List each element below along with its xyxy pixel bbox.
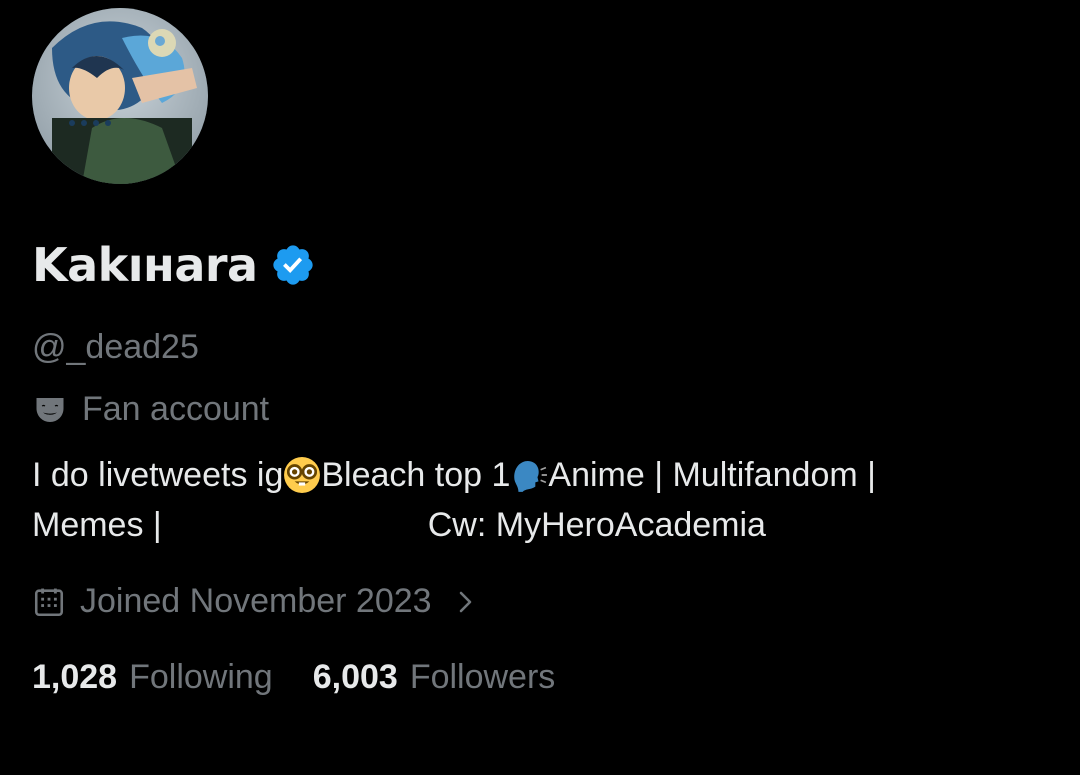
joined-date-label: Joined November 2023	[80, 582, 432, 620]
theater-masks-icon	[32, 392, 68, 428]
bio-text: I do livetweets ig	[32, 456, 284, 494]
bio-text: Memes |	[32, 506, 162, 544]
followers-link[interactable]: 6,003 Followers	[313, 658, 556, 697]
followers-count: 6,003	[312, 658, 398, 696]
display-name: Kakıнara	[32, 238, 258, 292]
following-link[interactable]: 1,028 Following	[32, 658, 273, 697]
following-count: 1,028	[32, 658, 118, 696]
joined-date-row[interactable]: Joined November 2023	[32, 582, 478, 621]
bio-text: Anime | Multifandom |	[548, 456, 876, 494]
bio-text: Cw: MyHeroAcademia	[427, 506, 766, 544]
calendar-icon	[32, 585, 66, 619]
verified-badge-icon[interactable]	[270, 242, 316, 288]
speaking-head-emoji-icon	[510, 456, 548, 494]
following-label: Following	[129, 658, 273, 696]
display-name-row: Kakıнara	[32, 234, 316, 296]
profile-bio: I do livetweets ig Bleach top 1 Anime | …	[32, 450, 1042, 550]
nerd-face-emoji-icon	[283, 456, 321, 494]
bio-line-2: Memes | Cw: MyHeroAcademia	[32, 500, 1042, 550]
profile-category: Fan account	[32, 390, 269, 429]
bio-line-1: I do livetweets ig Bleach top 1 Anime | …	[32, 450, 1042, 500]
followers-label: Followers	[409, 658, 556, 696]
chevron-right-icon[interactable]	[454, 587, 478, 617]
follow-stats: 1,028 Following 6,003 Followers	[32, 658, 555, 697]
category-label: Fan account	[82, 390, 270, 428]
profile-handle: @_dead25	[32, 328, 199, 366]
bio-text: Bleach top 1	[321, 456, 511, 494]
profile-avatar[interactable]	[32, 8, 208, 184]
